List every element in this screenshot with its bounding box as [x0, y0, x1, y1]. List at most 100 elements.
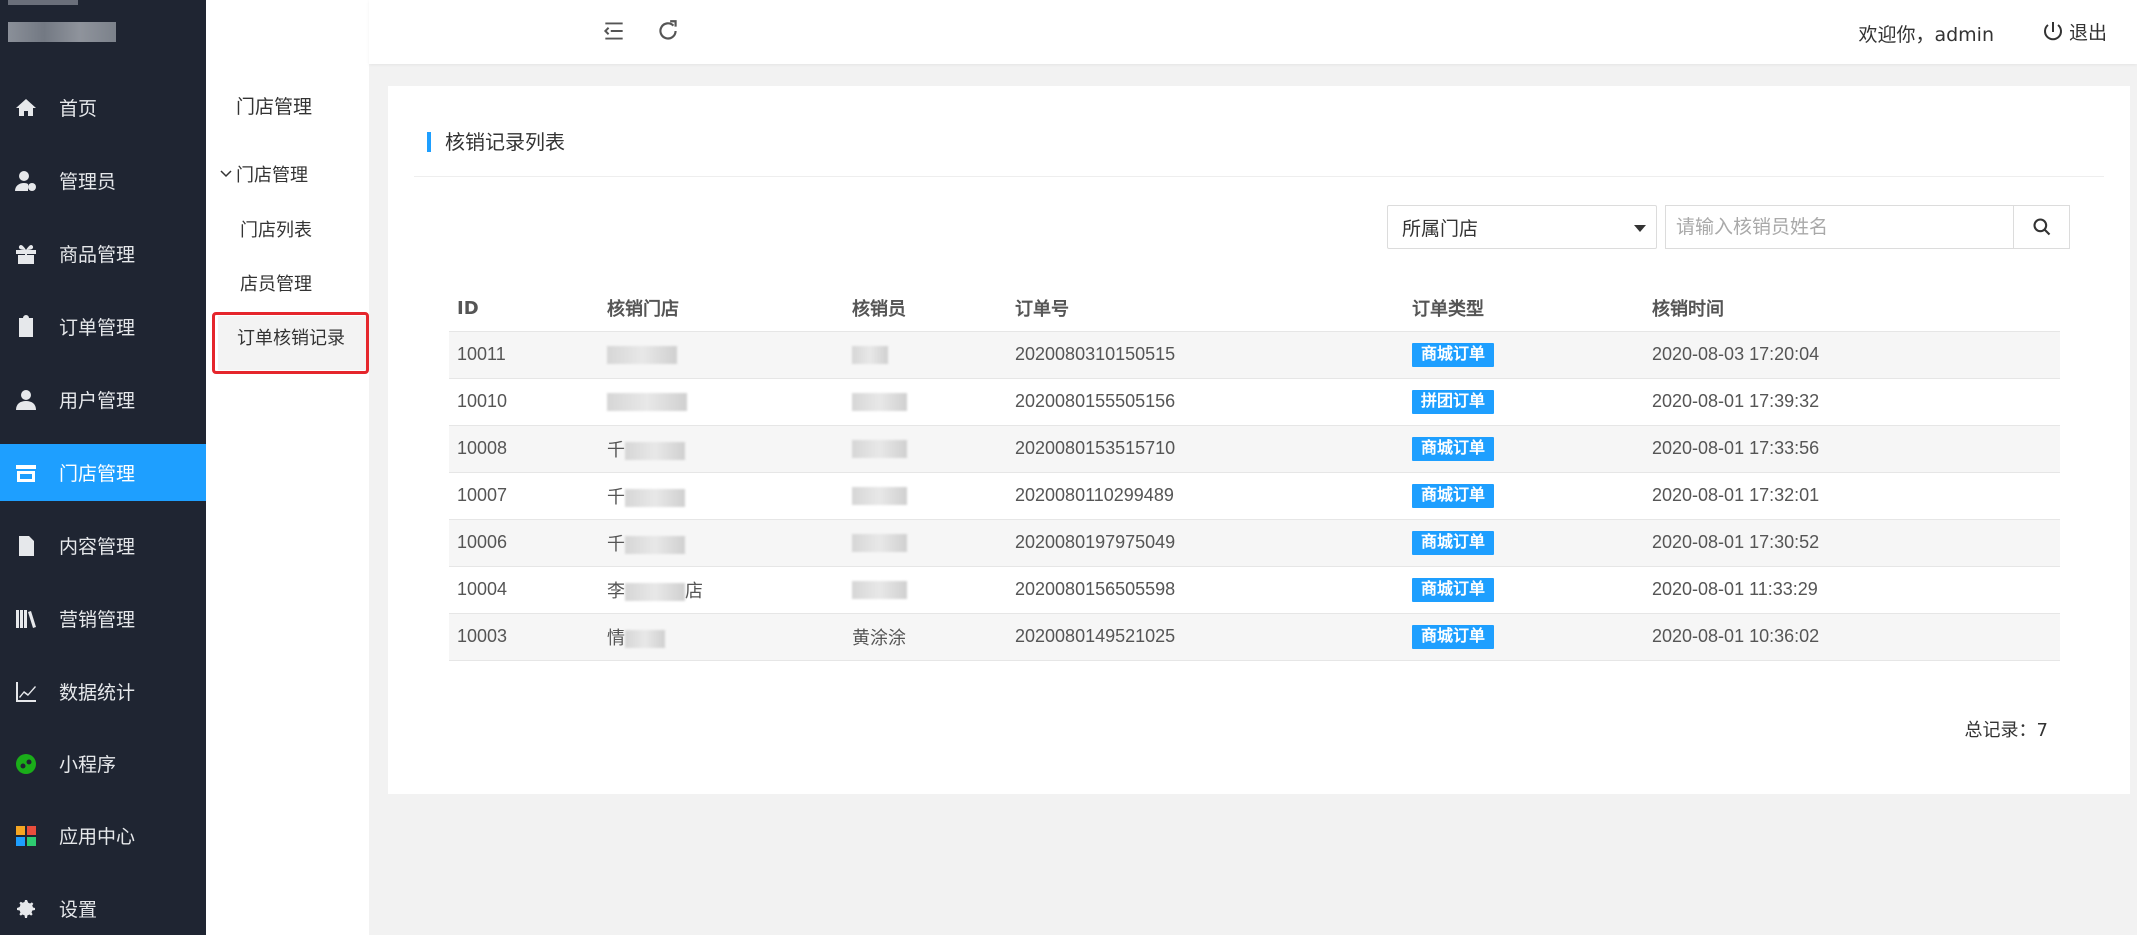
cell-store: 情 — [599, 613, 844, 661]
clipboard-icon — [13, 314, 39, 340]
cell-time: 2020-08-01 17:33:56 — [1644, 425, 2060, 473]
redacted-text — [852, 581, 907, 600]
page-title: 核销记录列表 — [427, 132, 565, 152]
cell-store — [599, 378, 844, 426]
nav-item-app-center[interactable]: 应用中心 — [0, 807, 206, 864]
logo-accent — [8, 0, 78, 5]
cell-id: 10010 — [449, 378, 599, 426]
column-header-store: 核销门店 — [599, 286, 844, 332]
sub-sidebar: 门店管理 门店管理 门店列表 店员管理 — [206, 0, 369, 935]
table-row: 10003 情 黄涂涂 2020080149521025 商城订单 2020-0… — [449, 613, 2060, 661]
subnav-title: 门店管理 — [236, 96, 313, 118]
cell-store: 李店 — [599, 566, 844, 614]
admin-user-icon — [13, 168, 39, 194]
order-type-badge: 商城订单 — [1412, 577, 1495, 602]
user-icon — [13, 387, 39, 413]
nav-item-orders[interactable]: 订单管理 — [0, 298, 206, 355]
store-icon — [13, 460, 39, 486]
highlight-box — [212, 312, 369, 374]
nav-item-miniprogram[interactable]: 小程序 — [0, 735, 206, 792]
subnav-group-stores[interactable]: 门店管理 — [220, 161, 308, 187]
nav-item-products[interactable]: 商品管理 — [0, 225, 206, 282]
redacted-text — [607, 393, 687, 412]
nav-item-stores[interactable]: 门店管理 — [0, 444, 206, 501]
welcome-text: 欢迎你，admin — [1858, 24, 1994, 46]
logo — [8, 22, 116, 42]
nav-item-users[interactable]: 用户管理 — [0, 371, 206, 428]
cell-staff: 黄涂涂 — [844, 613, 1007, 661]
table-row: 10008 千 2020080153515710 商城订单 2020-08-01… — [449, 425, 2060, 473]
records-table: ID 核销门店 核销员 订单号 订单类型 核销时间 10011 20200803… — [449, 286, 2060, 661]
line-chart-icon — [13, 679, 39, 705]
document-icon — [13, 533, 39, 559]
records-card: 核销记录列表 所属门店 ID 核销门店 核销员 订单号 订单类型 核销时间 10… — [388, 86, 2130, 794]
store-select[interactable]: 所属门店 — [1387, 205, 1657, 249]
cell-order-type: 商城订单 — [1404, 566, 1644, 614]
top-header: 欢迎你，admin 退出 — [369, 0, 2137, 64]
redacted-text — [852, 440, 907, 459]
home-icon — [13, 95, 39, 121]
order-type-badge: 拼团订单 — [1412, 389, 1495, 414]
redacted-text — [625, 535, 685, 554]
nav-item-label: 内容管理 — [59, 536, 136, 558]
cell-store — [599, 331, 844, 379]
cell-id: 10004 — [449, 566, 599, 614]
table-header-row: ID 核销门店 核销员 订单号 订单类型 核销时间 — [449, 286, 2060, 332]
column-header-staff: 核销员 — [844, 286, 1007, 332]
nav-item-settings[interactable]: 设置 — [0, 880, 206, 935]
subnav-link-store-list[interactable]: 门店列表 — [240, 216, 312, 242]
cell-id: 10006 — [449, 519, 599, 567]
redacted-text — [852, 346, 888, 365]
nav-item-label: 门店管理 — [59, 463, 136, 485]
cell-store: 千 — [599, 425, 844, 473]
cell-id: 10011 — [449, 331, 599, 379]
power-icon — [2043, 21, 2062, 40]
cell-time: 2020-08-01 11:33:29 — [1644, 566, 2060, 614]
cell-order-no: 2020080153515710 — [1007, 425, 1404, 473]
menu-collapse-icon[interactable] — [601, 18, 627, 44]
cell-time: 2020-08-01 17:32:01 — [1644, 472, 2060, 520]
nav-item-admin[interactable]: 管理员 — [0, 152, 206, 209]
nav-item-label: 应用中心 — [59, 826, 136, 848]
store-select-value: 所属门店 — [1402, 217, 1479, 240]
cell-id: 10003 — [449, 613, 599, 661]
column-header-order-no: 订单号 — [1007, 286, 1404, 332]
cell-order-no: 2020080149521025 — [1007, 613, 1404, 661]
cell-staff — [844, 566, 1007, 614]
order-type-badge: 商城订单 — [1412, 624, 1495, 649]
cell-order-type: 商城订单 — [1404, 425, 1644, 473]
subnav-link-staff[interactable]: 店员管理 — [240, 270, 312, 296]
nav-item-marketing[interactable]: 营销管理 — [0, 590, 206, 647]
column-header-time: 核销时间 — [1644, 286, 2060, 332]
nav-item-label: 设置 — [59, 899, 98, 921]
nav-item-label: 用户管理 — [59, 390, 136, 412]
search-button[interactable] — [2013, 205, 2070, 249]
nav-item-label: 小程序 — [59, 754, 117, 776]
order-type-badge: 商城订单 — [1412, 530, 1495, 555]
redacted-text — [852, 487, 907, 506]
refresh-icon[interactable] — [655, 18, 681, 44]
nav-item-content[interactable]: 内容管理 — [0, 517, 206, 574]
nav-item-statistics[interactable]: 数据统计 — [0, 663, 206, 720]
nav-item-home[interactable]: 首页 — [0, 79, 206, 136]
table-row: 10004 李店 2020080156505598 商城订单 2020-08-0… — [449, 566, 2060, 614]
nav-item-label: 首页 — [59, 98, 98, 120]
cell-order-no: 2020080156505598 — [1007, 566, 1404, 614]
cell-store: 千 — [599, 472, 844, 520]
cell-order-type: 商城订单 — [1404, 331, 1644, 379]
staff-search-input[interactable] — [1665, 205, 2013, 249]
gear-icon — [13, 896, 39, 922]
redacted-text — [607, 346, 677, 365]
logout-button[interactable]: 退出 — [2041, 18, 2107, 45]
nav-item-label: 商品管理 — [59, 244, 136, 266]
miniprogram-icon — [13, 751, 39, 777]
cell-order-type: 商城订单 — [1404, 472, 1644, 520]
cell-id: 10008 — [449, 425, 599, 473]
cell-order-no: 2020080310150515 — [1007, 331, 1404, 379]
redacted-text — [852, 393, 907, 412]
cell-order-no: 2020080197975049 — [1007, 519, 1404, 567]
column-header-id: ID — [449, 286, 599, 332]
books-icon — [13, 606, 39, 632]
total-records: 总记录：7 — [1964, 720, 2048, 741]
cell-staff — [844, 378, 1007, 426]
